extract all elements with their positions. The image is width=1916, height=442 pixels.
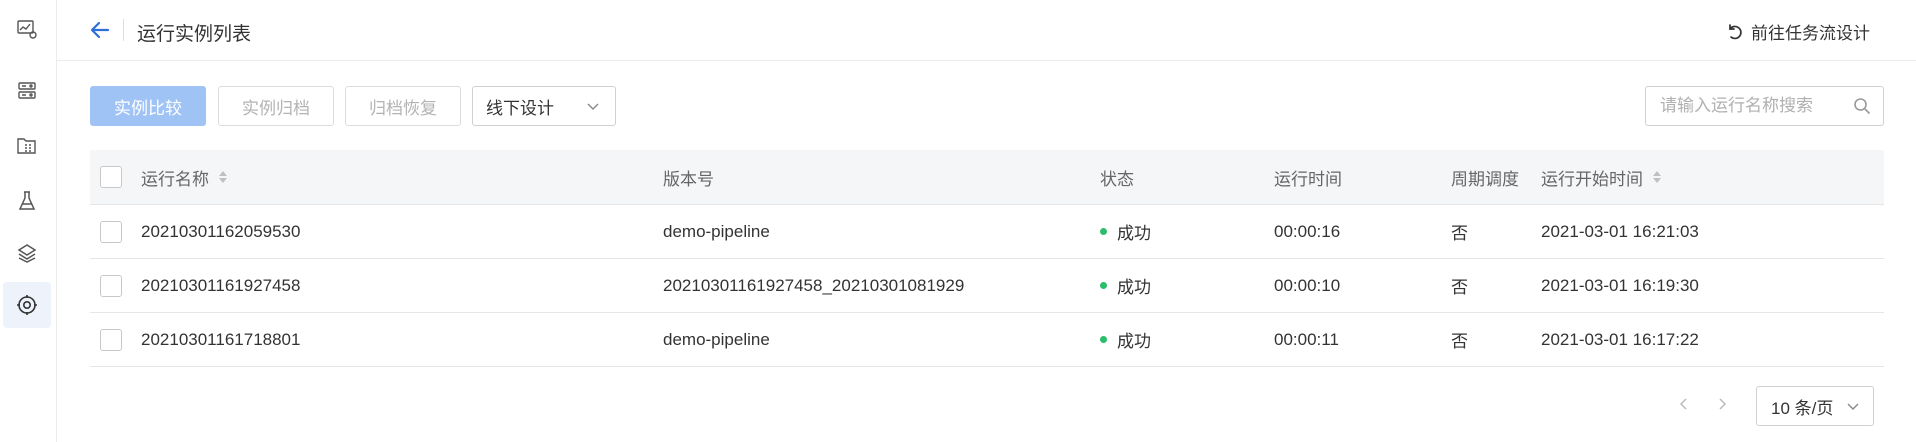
col-duration: 运行时间 bbox=[1274, 169, 1342, 189]
status-cell: 成功 bbox=[1100, 259, 1151, 312]
restore-archive-button[interactable]: 归档恢复 bbox=[345, 86, 461, 126]
version-link[interactable]: demo-pipeline bbox=[663, 205, 770, 258]
status-text: 成功 bbox=[1117, 224, 1151, 243]
col-run-name[interactable]: 运行名称 bbox=[141, 150, 227, 204]
version-link[interactable]: demo-pipeline bbox=[663, 313, 770, 366]
server-config-icon[interactable] bbox=[3, 68, 51, 114]
status-dot bbox=[1100, 336, 1107, 343]
search-box bbox=[1645, 86, 1884, 126]
layers-icon[interactable] bbox=[3, 230, 51, 276]
top-bar: 运行实例列表 前往任务流设计 bbox=[57, 0, 1916, 61]
table-row: 20210301161718801 demo-pipeline 成功 00:00… bbox=[90, 313, 1884, 367]
run-instances-table: 运行名称 版本号 状态 运行时间 周期调度 运行开始时间 20210301162… bbox=[90, 150, 1884, 367]
gear-icon[interactable] bbox=[3, 282, 51, 328]
run-name-link[interactable]: 20210301161718801 bbox=[141, 313, 300, 366]
col-start-time-label: 运行开始时间 bbox=[1541, 169, 1643, 189]
start-time-cell: 2021-03-01 16:17:22 bbox=[1541, 329, 1699, 349]
back-arrow-icon[interactable] bbox=[87, 17, 113, 43]
select-all-checkbox[interactable] bbox=[100, 166, 122, 188]
periodic-cell: 否 bbox=[1451, 278, 1468, 297]
archive-instances-button[interactable]: 实例归档 bbox=[218, 86, 334, 126]
design-type-select[interactable]: 线下设计 bbox=[472, 86, 616, 126]
title-divider bbox=[123, 19, 124, 41]
status-text: 成功 bbox=[1117, 278, 1151, 297]
chevron-down-icon bbox=[587, 103, 599, 110]
search-icon[interactable] bbox=[1853, 97, 1871, 115]
goto-pipeline-design-label: 前往任务流设计 bbox=[1751, 24, 1870, 43]
col-run-name-label: 运行名称 bbox=[141, 169, 209, 189]
row-checkbox[interactable] bbox=[100, 328, 122, 351]
run-name-link[interactable]: 20210301162059530 bbox=[141, 205, 300, 258]
duration-cell: 00:00:11 bbox=[1274, 329, 1339, 349]
status-dot bbox=[1100, 228, 1107, 235]
duration-cell: 00:00:10 bbox=[1274, 275, 1341, 295]
status-cell: 成功 bbox=[1100, 313, 1151, 366]
status-text: 成功 bbox=[1117, 332, 1151, 351]
periodic-cell: 否 bbox=[1451, 224, 1468, 243]
flask-icon[interactable] bbox=[3, 178, 51, 224]
periodic-cell: 否 bbox=[1451, 332, 1468, 351]
prev-page-icon[interactable] bbox=[1674, 394, 1694, 414]
next-page-icon[interactable] bbox=[1712, 394, 1732, 414]
col-version: 版本号 bbox=[663, 169, 714, 189]
folder-grid-icon[interactable] bbox=[3, 123, 51, 169]
compare-instances-button[interactable]: 实例比较 bbox=[90, 86, 206, 126]
row-checkbox[interactable] bbox=[100, 220, 122, 243]
sort-icon[interactable] bbox=[219, 171, 227, 183]
status-cell: 成功 bbox=[1100, 205, 1151, 258]
page-title: 运行实例列表 bbox=[137, 24, 252, 45]
version-link[interactable]: 20210301161927458_20210301081929 bbox=[663, 259, 964, 312]
goto-pipeline-design-link[interactable]: 前往任务流设计 bbox=[1725, 19, 1870, 44]
col-periodic: 周期调度 bbox=[1451, 169, 1519, 189]
sidebar bbox=[0, 0, 57, 442]
undo-icon bbox=[1729, 23, 1742, 39]
search-input[interactable] bbox=[1646, 87, 1841, 125]
duration-cell: 00:00:16 bbox=[1274, 221, 1341, 241]
table-header: 运行名称 版本号 状态 运行时间 周期调度 运行开始时间 bbox=[90, 150, 1884, 205]
run-name-link[interactable]: 20210301161927458 bbox=[141, 259, 300, 312]
col-start-time[interactable]: 运行开始时间 bbox=[1541, 150, 1661, 204]
table-row: 20210301161927458 20210301161927458_2021… bbox=[90, 259, 1884, 313]
start-time-cell: 2021-03-01 16:19:30 bbox=[1541, 275, 1699, 295]
table-row: 20210301162059530 demo-pipeline 成功 00:00… bbox=[90, 205, 1884, 259]
chevron-down-icon bbox=[1847, 403, 1859, 410]
sort-icon[interactable] bbox=[1653, 171, 1661, 183]
col-status: 状态 bbox=[1100, 169, 1134, 189]
start-time-cell: 2021-03-01 16:21:03 bbox=[1541, 221, 1699, 241]
status-dot bbox=[1100, 282, 1107, 289]
page-size-select[interactable]: 10 条/页 bbox=[1756, 386, 1874, 426]
page-size-value: 10 条/页 bbox=[1771, 398, 1834, 418]
monitor-settings-icon[interactable] bbox=[3, 6, 51, 52]
design-type-value: 线下设计 bbox=[486, 98, 554, 118]
row-checkbox[interactable] bbox=[100, 274, 122, 297]
